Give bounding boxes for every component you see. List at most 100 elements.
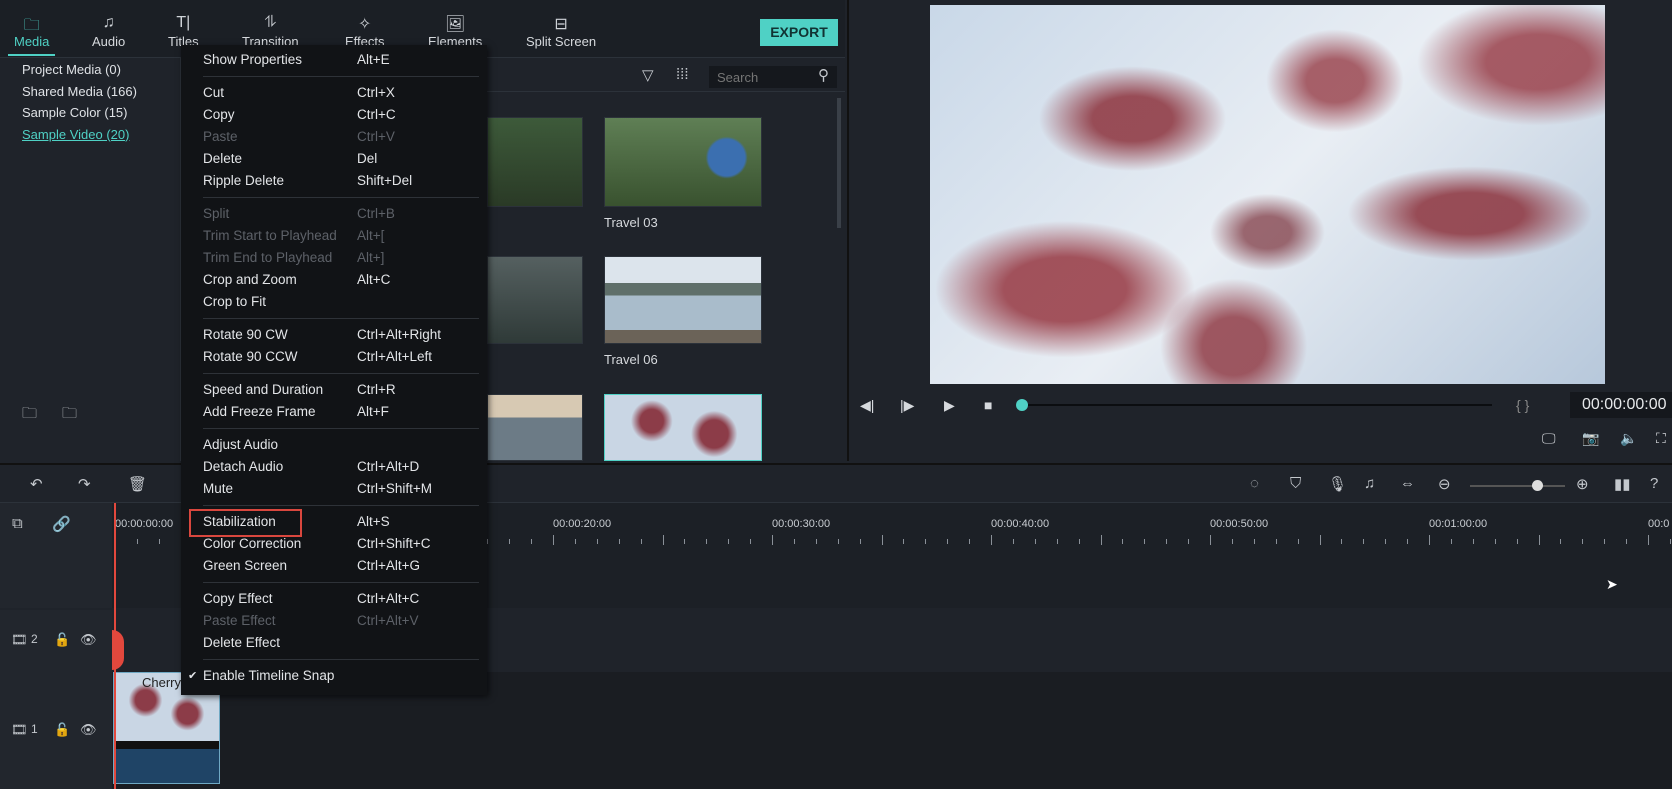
tab-label: Media bbox=[14, 34, 50, 49]
ruler-tick bbox=[1188, 539, 1190, 544]
delete-icon[interactable]: 🗑 bbox=[128, 475, 147, 493]
filter-icon[interactable]: ▽ bbox=[642, 66, 654, 84]
grid-view-icon[interactable]: ⁞⁞⁞ bbox=[676, 66, 689, 83]
ruler-tick bbox=[509, 539, 511, 544]
zoom-slider-handle[interactable] bbox=[1531, 480, 1543, 491]
new-folder-icon[interactable]: 🗀 bbox=[22, 403, 37, 428]
sidebar-item[interactable]: Sample Color (15) bbox=[22, 105, 128, 120]
media-thumbnail-travel-03[interactable] bbox=[604, 117, 762, 207]
media-thumbnail-travel-06[interactable] bbox=[604, 256, 762, 344]
media-scrollbar[interactable] bbox=[837, 98, 841, 228]
tab-media[interactable]: 🗀 Media bbox=[7, 14, 56, 56]
tab-split-screen[interactable]: ⊟ Split Screen bbox=[526, 14, 596, 49]
sidebar-item[interactable]: Project Media (0) bbox=[22, 62, 121, 77]
help-icon[interactable]: ? bbox=[1650, 475, 1658, 492]
lock-icon[interactable]: 🔓 bbox=[54, 632, 70, 648]
mark-in-out-icon[interactable]: { } bbox=[1516, 395, 1529, 415]
volume-icon[interactable]: 🔈 bbox=[1620, 428, 1637, 448]
ruler-tick bbox=[1516, 539, 1518, 544]
clip-label: Cherry bbox=[142, 675, 182, 690]
undo-icon[interactable]: ↶ bbox=[30, 475, 43, 493]
menu-item-label: Rotate 90 CW bbox=[203, 327, 288, 342]
play-icon[interactable]: ▶ bbox=[944, 395, 955, 415]
menu-item-adjust-audio[interactable]: Adjust Audio bbox=[203, 434, 483, 456]
media-thumbnail[interactable] bbox=[487, 394, 583, 461]
menu-item-speed-and-duration[interactable]: Speed and Duration Ctrl+R bbox=[203, 379, 483, 401]
menu-item-rotate-90-cw[interactable]: Rotate 90 CW Ctrl+Alt+Right bbox=[203, 324, 483, 346]
menu-item-ripple-delete[interactable]: Ripple Delete Shift+Del bbox=[203, 170, 483, 192]
link-icon[interactable]: 🔗 bbox=[52, 515, 71, 533]
menu-item-add-freeze-frame[interactable]: Add Freeze Frame Alt+F bbox=[203, 401, 483, 423]
ruler-label: 00:00:40:00 bbox=[991, 518, 1050, 530]
menu-item-rotate-90-ccw[interactable]: Rotate 90 CCW Ctrl+Alt+Left bbox=[203, 346, 483, 368]
ruler-label: 00:0 bbox=[1648, 518, 1670, 530]
audio-mixer-icon[interactable]: ♫ bbox=[1364, 475, 1375, 492]
ruler-tick bbox=[487, 539, 489, 544]
ruler-tick bbox=[1319, 535, 1321, 545]
menu-item-enable-timeline-snap[interactable]: ✔ Enable Timeline Snap bbox=[188, 665, 483, 687]
track-number: 2 bbox=[31, 632, 38, 646]
menu-item-color-correction[interactable]: Color Correction Ctrl+Shift+C bbox=[203, 533, 483, 555]
media-thumbnail[interactable] bbox=[487, 117, 583, 207]
scrubber-handle[interactable] bbox=[1016, 399, 1028, 411]
menu-item-cut[interactable]: Cut Ctrl+X bbox=[203, 82, 483, 104]
eye-icon[interactable]: 👁 bbox=[80, 632, 97, 648]
playhead-handle[interactable] bbox=[112, 630, 124, 670]
menu-item-detach-audio[interactable]: Detach Audio Ctrl+Alt+D bbox=[203, 456, 483, 478]
menu-item-label: Adjust Audio bbox=[203, 437, 279, 452]
tab-effects[interactable]: ✧ Effects bbox=[345, 14, 385, 49]
next-frame-icon[interactable]: |▶ bbox=[900, 395, 914, 415]
search-icon[interactable]: ⚲ bbox=[818, 66, 829, 84]
menu-item-split[interactable]: Split Ctrl+B bbox=[203, 203, 483, 225]
track-number: 1 bbox=[31, 721, 38, 736]
snapshot-icon[interactable]: 📷 bbox=[1582, 428, 1599, 448]
media-thumbnail-selected[interactable] bbox=[604, 394, 762, 461]
add-track-icon[interactable]: ⧉ bbox=[12, 515, 23, 532]
menu-item-copy-effect[interactable]: Copy Effect Ctrl+Alt+C bbox=[203, 588, 483, 610]
menu-item-trim-end-to-playhead[interactable]: Trim End to Playhead Alt+] bbox=[203, 247, 483, 269]
panel-layout-icon[interactable]: ▮▮ bbox=[1614, 475, 1631, 493]
menu-item-paste[interactable]: Paste Ctrl+V bbox=[203, 126, 483, 148]
fullscreen-icon[interactable]: ⛶ bbox=[1656, 428, 1666, 448]
zoom-out-icon[interactable]: ⊖ bbox=[1438, 475, 1451, 493]
fit-timeline-icon[interactable]: ⇔ bbox=[1400, 475, 1415, 492]
menu-item-crop-and-zoom[interactable]: Crop and Zoom Alt+C bbox=[203, 269, 483, 291]
menu-item-green-screen[interactable]: Green Screen Ctrl+Alt+G bbox=[203, 555, 483, 577]
lock-icon[interactable]: 🔓 bbox=[54, 722, 70, 738]
menu-item-delete[interactable]: Delete Del bbox=[203, 148, 483, 170]
stop-icon[interactable]: ■ bbox=[984, 395, 992, 415]
menu-item-mute[interactable]: Mute Ctrl+Shift+M bbox=[203, 478, 483, 500]
menu-item-trim-start-to-playhead[interactable]: Trim Start to Playhead Alt+[ bbox=[203, 225, 483, 247]
playback-scrubber[interactable] bbox=[1022, 404, 1492, 406]
menu-separator bbox=[203, 318, 479, 319]
sidebar-item[interactable]: Shared Media (166) bbox=[22, 84, 137, 99]
menu-item-label: Cut bbox=[203, 85, 225, 100]
ruler-tick bbox=[136, 539, 138, 544]
delete-folder-icon[interactable]: 🗀 bbox=[62, 403, 77, 428]
zoom-slider[interactable] bbox=[1470, 485, 1565, 487]
export-button[interactable]: EXPORT bbox=[760, 19, 838, 46]
ruler-tick bbox=[706, 539, 708, 544]
redo-icon[interactable]: ↷ bbox=[78, 475, 91, 493]
menu-item-show-properties[interactable]: Show Properties Alt+E bbox=[203, 49, 483, 71]
eye-icon[interactable]: 👁 bbox=[80, 722, 97, 738]
sidebar-item[interactable]: Sample Video (20) bbox=[22, 127, 129, 142]
menu-item-copy[interactable]: Copy Ctrl+C bbox=[203, 104, 483, 126]
ruler-tick bbox=[1450, 539, 1452, 544]
previous-frame-icon[interactable]: ◀| bbox=[860, 395, 874, 415]
menu-item-delete-effect[interactable]: Delete Effect bbox=[203, 632, 483, 654]
tab-elements[interactable]: 🖼 Elements bbox=[428, 14, 482, 49]
menu-item-shortcut: Del bbox=[357, 151, 378, 166]
tab-transition[interactable]: ⥮ Transition bbox=[242, 14, 299, 49]
tab-audio[interactable]: ♫ Audio bbox=[92, 14, 125, 49]
tab-titles[interactable]: T| Titles bbox=[168, 14, 199, 49]
ruler-tick bbox=[1166, 539, 1168, 544]
media-thumbnail[interactable] bbox=[487, 256, 583, 344]
marker-icon[interactable]: ⛉ bbox=[1290, 475, 1301, 492]
microphone-icon[interactable]: 🎙 bbox=[1328, 475, 1347, 493]
render-icon[interactable]: ◌ bbox=[1250, 475, 1259, 492]
display-settings-icon[interactable]: 🖵 bbox=[1542, 428, 1556, 448]
menu-item-crop-to-fit[interactable]: Crop to Fit bbox=[203, 291, 483, 313]
menu-item-paste-effect[interactable]: Paste Effect Ctrl+Alt+V bbox=[203, 610, 483, 632]
zoom-in-icon[interactable]: ⊕ bbox=[1576, 475, 1589, 493]
